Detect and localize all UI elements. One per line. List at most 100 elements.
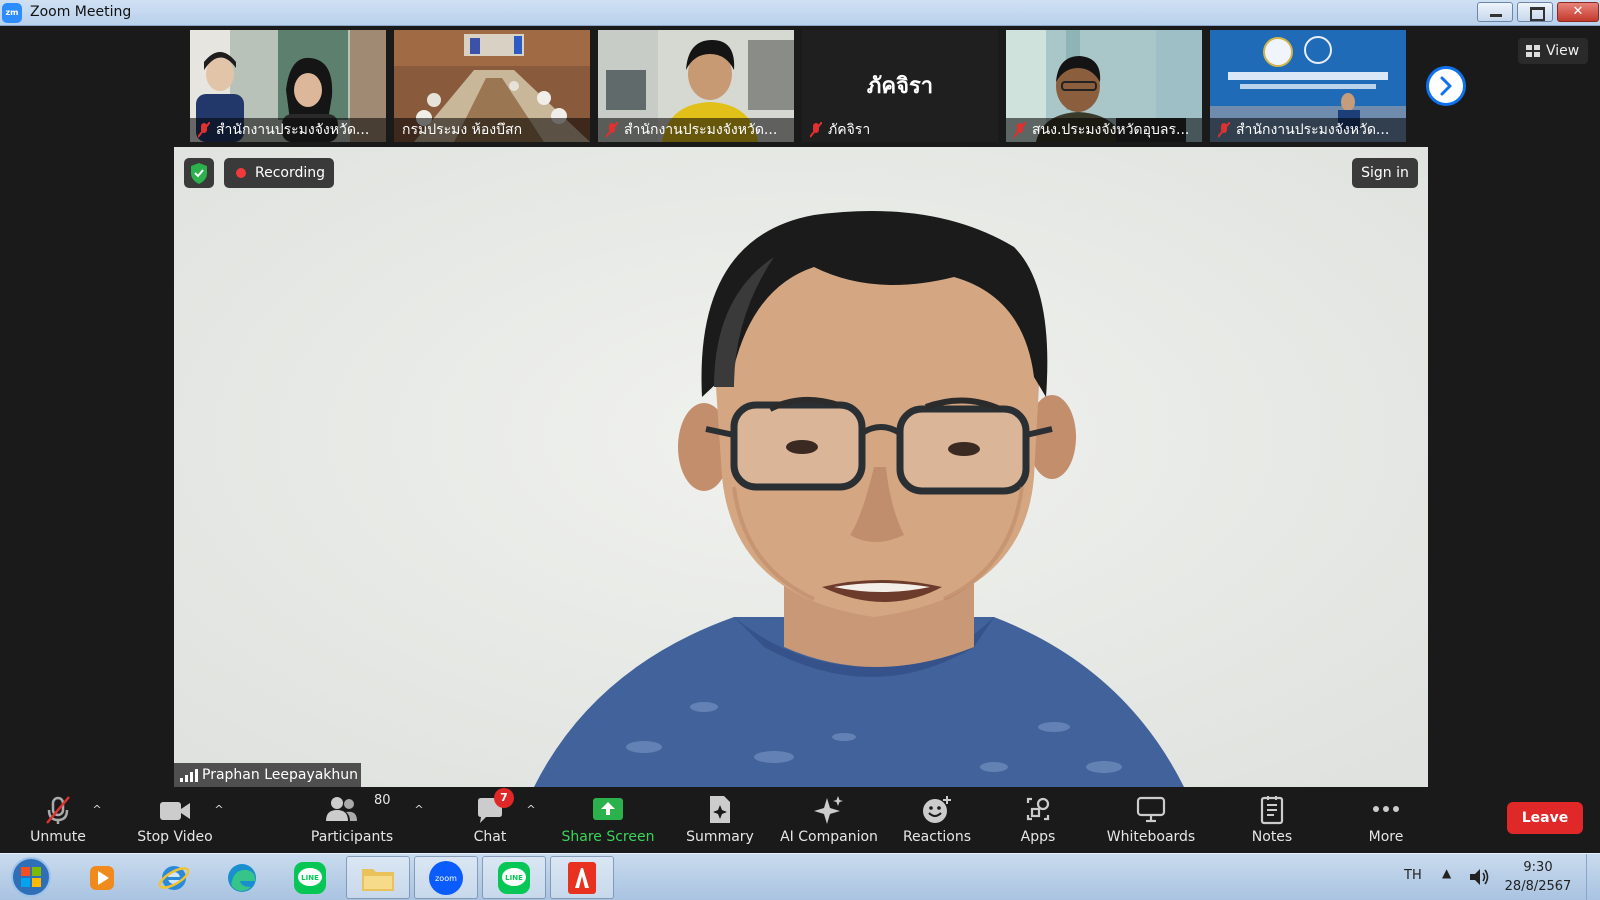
audio-options-caret[interactable]: ^ (90, 803, 104, 817)
apps-icon (1026, 797, 1050, 821)
video-options-caret[interactable]: ^ (212, 803, 226, 817)
acrobat-icon (568, 861, 596, 894)
recording-dot-icon (236, 168, 246, 178)
stop-video-button[interactable]: Stop Video (137, 789, 213, 853)
participant-tile[interactable]: ภัคจิรา ภัคจิรา (802, 30, 998, 142)
unmute-label: Unmute (30, 829, 86, 845)
system-clock[interactable]: 9:30 28/8/2567 (1500, 858, 1576, 896)
participant-display-name: ภัคจิรา (866, 74, 934, 99)
notes-icon (1260, 796, 1284, 825)
muted-mic-icon (1014, 122, 1026, 138)
active-speaker-video[interactable]: Recording Sign in Praphan Leepayakhun (174, 147, 1428, 787)
taskbar-edge[interactable] (210, 856, 274, 899)
speaker-name-tag: Praphan Leepayakhun (174, 763, 361, 787)
participant-tile[interactable]: สำนักงานประมงจังหวัด... (598, 30, 794, 142)
participant-name: สนง.ประมงจังหวัดอุบลร... (1006, 118, 1202, 142)
shield-check-icon (191, 163, 207, 184)
minimize-button[interactable] (1477, 2, 1513, 22)
gallery-strip: สำนักงานประมงจังหวัด... กรมประมง ห้องบึส… (0, 26, 1600, 146)
reactions-label: Reactions (902, 829, 972, 845)
chat-button[interactable]: 7 Chat (470, 788, 514, 853)
line-icon-text: LINE (505, 874, 523, 882)
more-label: More (1368, 829, 1404, 845)
taskbar-line[interactable]: LINE (278, 856, 342, 899)
zoom-icon-text: zoom (435, 874, 457, 883)
participant-name: ภัคจิรา (828, 122, 871, 138)
more-dots-icon (1373, 806, 1399, 812)
summary-icon (710, 796, 730, 823)
internet-explorer-icon (158, 865, 190, 890)
stop-video-label: Stop Video (137, 829, 213, 845)
taskbar-acrobat[interactable] (550, 856, 614, 899)
next-page-button[interactable] (1426, 66, 1466, 106)
share-screen-label: Share Screen (561, 829, 655, 845)
notes-button[interactable]: Notes (1240, 789, 1304, 853)
zoom-app-icon: zm (2, 3, 22, 23)
muted-mic-icon (1218, 122, 1230, 138)
video-camera-icon (160, 802, 190, 820)
sign-in-button[interactable]: Sign in (1352, 158, 1418, 188)
line-icon-text: LINE (301, 874, 319, 882)
speaker-video-frame (174, 147, 1428, 787)
meeting-toolbar: Unmute ^ Stop Video ^ 80 Participants ^ (0, 788, 1600, 853)
reactions-button[interactable]: Reactions (903, 789, 971, 853)
restore-button[interactable] (1517, 2, 1553, 22)
more-button[interactable]: More (1356, 789, 1416, 853)
taskbar-internet-explorer[interactable] (142, 856, 206, 899)
view-label: View (1546, 43, 1580, 59)
windows-media-player-icon (90, 865, 114, 890)
show-desktop-button[interactable] (1586, 854, 1600, 900)
summary-label: Summary (686, 829, 754, 845)
participant-tile[interactable]: สำนักงานประมงจังหวัด... (190, 30, 386, 142)
recording-label: Recording (255, 165, 326, 181)
chat-unread-badge: 7 (494, 788, 514, 808)
view-button[interactable]: View (1518, 38, 1588, 64)
taskbar-file-explorer[interactable] (346, 856, 410, 899)
participant-name: กรมประมง ห้องบึสก (394, 118, 590, 142)
muted-mic-icon (810, 122, 822, 138)
clock-date: 28/8/2567 (1504, 879, 1572, 894)
whiteboards-button[interactable]: Whiteboards (1106, 789, 1196, 853)
windows-start-icon (11, 857, 51, 897)
participants-label: Participants (310, 829, 394, 845)
unmute-button[interactable]: Unmute (28, 789, 88, 853)
security-shield-badge[interactable] (184, 158, 214, 188)
input-language-indicator[interactable]: TH (1404, 868, 1422, 883)
participants-options-caret[interactable]: ^ (412, 803, 426, 817)
muted-mic-icon (606, 122, 618, 138)
participants-button[interactable]: 80 Participants (311, 789, 393, 853)
ai-sparkle-icon (814, 796, 843, 824)
close-button[interactable] (1557, 2, 1599, 22)
taskbar-line-active[interactable]: LINE (482, 856, 546, 899)
zoom-window: zm Zoom Meeting สำนักงานประมงจังหวัด... (0, 0, 1600, 900)
window-titlebar[interactable]: zm Zoom Meeting (0, 0, 1600, 26)
apps-button[interactable]: Apps (1006, 789, 1070, 853)
clock-time: 9:30 (1523, 860, 1553, 875)
volume-icon[interactable] (1468, 867, 1490, 887)
ai-companion-label: AI Companion (780, 829, 878, 845)
start-button[interactable] (8, 856, 54, 899)
leave-button[interactable]: Leave (1507, 802, 1583, 834)
zoom-icon: zoom (429, 860, 463, 895)
file-explorer-icon (362, 868, 394, 891)
summary-button[interactable]: Summary (686, 789, 754, 853)
ai-companion-button[interactable]: AI Companion (780, 789, 878, 853)
apps-label: Apps (1020, 829, 1056, 845)
participant-tile[interactable]: สนง.ประมงจังหวัดอุบลร... (1006, 30, 1202, 142)
speaker-name: Praphan Leepayakhun (202, 767, 359, 783)
share-screen-icon (593, 798, 623, 820)
participant-name: สำนักงานประมงจังหวัด... (1210, 118, 1406, 142)
show-hidden-icons-button[interactable]: ▲ (1442, 866, 1451, 880)
participant-tile[interactable]: สำนักงานประมงจังหวัด... (1210, 30, 1406, 142)
taskbar-media-player[interactable] (70, 856, 134, 899)
chat-label: Chat (473, 829, 507, 845)
taskbar-zoom[interactable]: zoom (414, 856, 478, 899)
chat-options-caret[interactable]: ^ (524, 803, 538, 817)
muted-mic-icon (198, 122, 210, 138)
share-screen-button[interactable]: Share Screen (562, 789, 654, 853)
recording-indicator[interactable]: Recording (224, 158, 334, 188)
line-icon: LINE (294, 861, 326, 894)
participant-tile[interactable]: กรมประมง ห้องบึสก (394, 30, 590, 142)
windows-taskbar: LINE zoom LINE TH ▲ 9:30 28/8/2567 (0, 853, 1600, 900)
participants-icon (325, 797, 357, 821)
